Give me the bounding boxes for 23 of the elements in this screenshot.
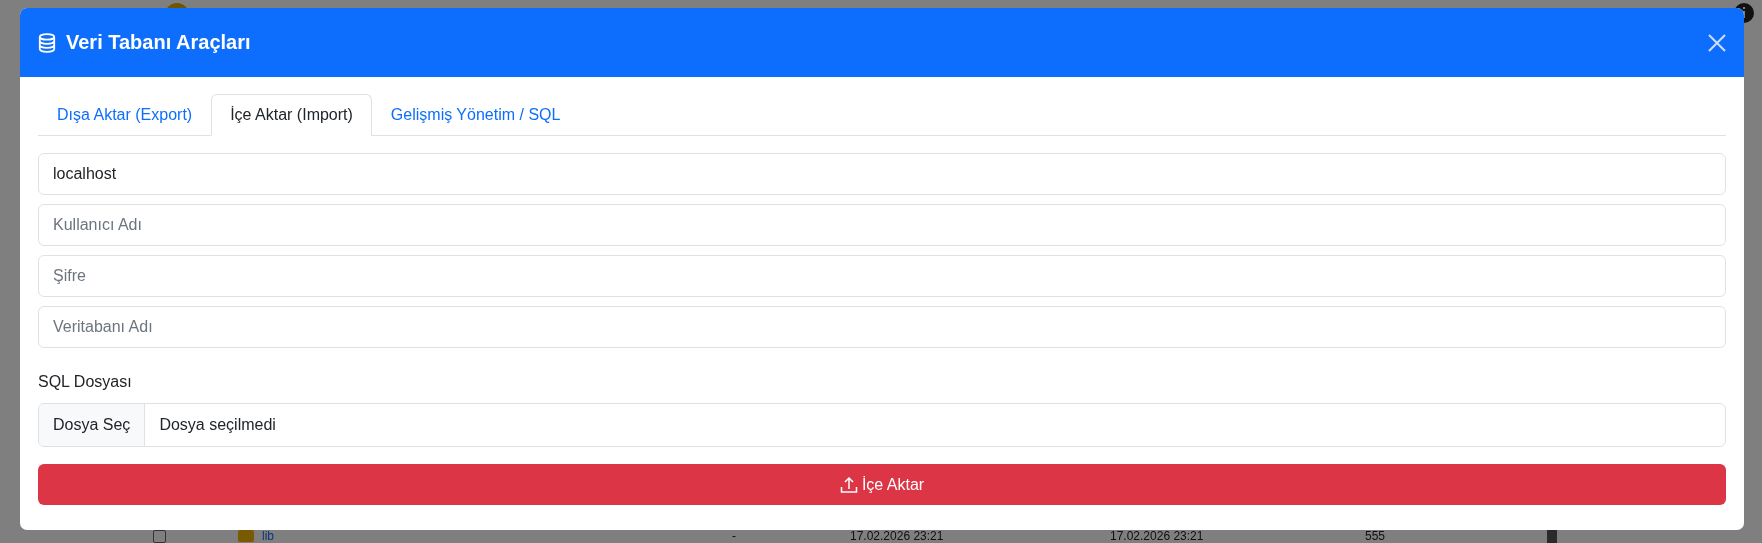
input-field[interactable]: Kullanıcı Adı: [38, 204, 1726, 246]
folder-icon: [238, 530, 254, 542]
table-cell-text: 17.02.2026 23:21: [850, 530, 945, 543]
table-cell-text: 555: [1365, 530, 1387, 543]
table-cell-text: -: [732, 530, 737, 543]
upload-icon: [839, 475, 858, 494]
input-field[interactable]: Şifre: [38, 255, 1726, 297]
input-field[interactable]: localhost: [38, 153, 1726, 195]
file-input[interactable]: Dosya Seç Dosya seçilmedi: [38, 403, 1726, 447]
database-icon: [38, 32, 56, 53]
scrollbar: [1547, 530, 1557, 543]
tab[interactable]: Gelişmiş Yönetim / SQL: [371, 94, 580, 136]
file-status: Dosya seçilmedi: [158, 415, 277, 435]
close-icon[interactable]: [1708, 33, 1726, 52]
input-field[interactable]: Veritabanı Adı: [38, 306, 1726, 348]
import-button[interactable]: İçe Aktar: [38, 464, 1726, 505]
row-checkbox[interactable]: [153, 530, 166, 543]
modal-title: Veri Tabanı Araçları: [66, 31, 252, 54]
table-cell-text: 17.02.2026 23:21: [1110, 530, 1205, 543]
choose-file-button[interactable]: Dosya Seç: [39, 404, 146, 446]
tab[interactable]: Dışa Aktar (Export): [38, 94, 212, 136]
field-label: SQL Dosyası: [38, 373, 132, 391]
tab[interactable]: İçe Aktar (Import): [211, 94, 372, 136]
